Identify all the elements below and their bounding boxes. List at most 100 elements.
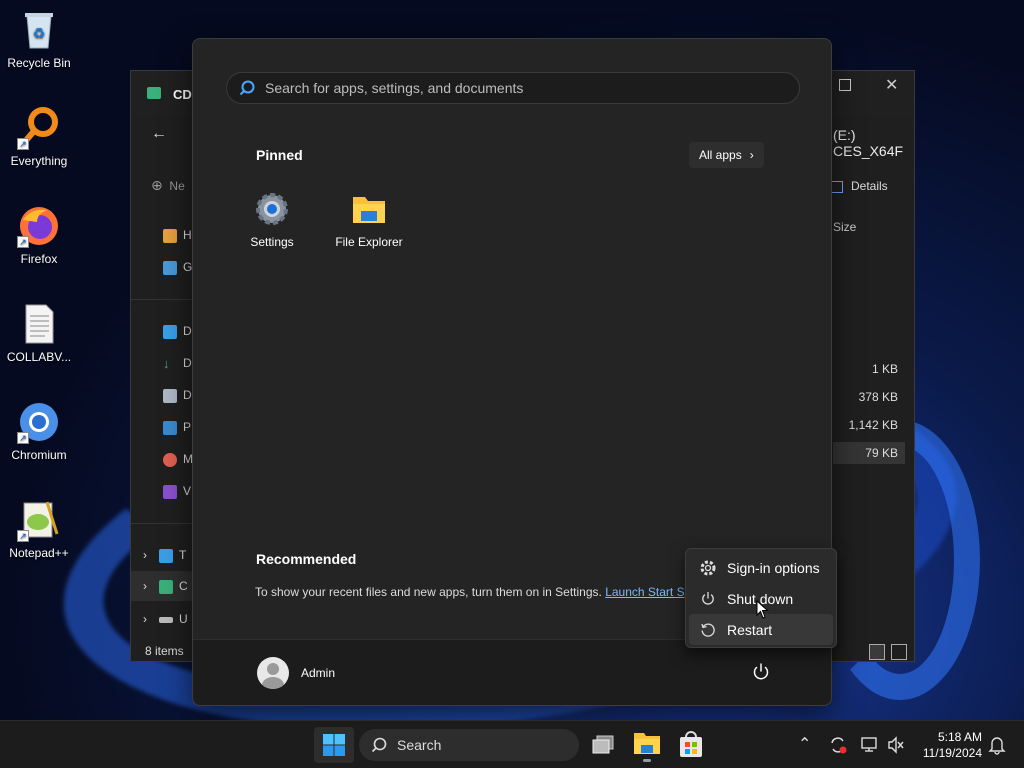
pinned-app-settings[interactable]: Settings bbox=[227, 191, 317, 249]
user-name[interactable]: Admin bbox=[301, 666, 335, 680]
notepadpp-icon: ↗ bbox=[17, 498, 61, 542]
nav-item-videos[interactable]: V bbox=[163, 484, 191, 499]
sign-in-options-item[interactable]: Sign-in options bbox=[689, 552, 833, 583]
shortcut-arrow-icon: ↗ bbox=[17, 432, 29, 444]
maximize-icon[interactable] bbox=[839, 79, 851, 91]
desktop-icon-firefox[interactable]: ↗ Firefox bbox=[4, 204, 74, 266]
restart-icon bbox=[701, 622, 715, 637]
taskbar-store[interactable] bbox=[678, 731, 704, 759]
recommended-message: To show your recent files and new apps, … bbox=[255, 585, 685, 599]
nav-item-documents[interactable]: D bbox=[163, 388, 192, 403]
store-icon bbox=[680, 731, 702, 757]
chevron-up-icon[interactable]: ⌃ bbox=[798, 734, 811, 754]
volume-button[interactable] bbox=[886, 735, 906, 755]
power-menu[interactable]: Sign-in options Shut down Restart bbox=[685, 548, 837, 648]
folder-icon bbox=[634, 733, 660, 754]
shortcut-arrow-icon: ↗ bbox=[17, 138, 29, 150]
chevron-right-icon: › bbox=[143, 579, 147, 593]
music-icon bbox=[163, 452, 177, 467]
search-icon bbox=[239, 80, 255, 96]
volume-muted-icon bbox=[888, 736, 904, 754]
new-button[interactable]: ⊕ Ne bbox=[151, 177, 185, 194]
cd-drive-icon bbox=[159, 579, 173, 594]
sync-alert-icon bbox=[831, 737, 847, 754]
desktop-icon-notepadpp[interactable]: ↗ Notepad++ bbox=[4, 498, 74, 560]
column-header-size[interactable]: Size bbox=[833, 220, 856, 234]
power-icon bbox=[753, 663, 769, 680]
taskbar-search[interactable]: Search bbox=[359, 729, 579, 761]
close-icon[interactable]: ✕ bbox=[885, 75, 898, 95]
nav-item-downloads[interactable]: ↓ D bbox=[163, 356, 192, 371]
nav-divider bbox=[131, 299, 193, 300]
start-button[interactable] bbox=[314, 727, 354, 763]
sync-status-button[interactable] bbox=[828, 735, 848, 755]
chevron-right-icon: › bbox=[749, 148, 754, 162]
chevron-right-icon: › bbox=[143, 548, 147, 562]
user-icon bbox=[267, 663, 279, 675]
clock[interactable]: 5:18 AM 11/19/2024 bbox=[923, 729, 982, 761]
this-pc-icon bbox=[159, 548, 173, 563]
bell-icon bbox=[988, 737, 1006, 755]
nav-item-pictures[interactable]: P bbox=[163, 420, 191, 435]
pinned-app-file-explorer[interactable]: File Explorer bbox=[324, 191, 414, 249]
desktop-icon-recycle-bin[interactable]: ♻ Recycle Bin bbox=[4, 8, 74, 70]
firefox-icon: ↗ bbox=[17, 204, 61, 248]
desktop-icon-everything[interactable]: ↗ Everything bbox=[4, 106, 74, 168]
task-view-button[interactable] bbox=[590, 733, 616, 757]
usb-drive-icon bbox=[159, 616, 173, 623]
nav-item-music[interactable]: M bbox=[163, 452, 193, 467]
clock-date: 11/19/2024 bbox=[922, 746, 982, 760]
launch-start-settings-link[interactable]: Launch Start S bbox=[605, 585, 684, 599]
tree-item-cd-drive[interactable]: › C bbox=[131, 571, 193, 601]
svg-text:♻: ♻ bbox=[33, 25, 46, 41]
start-search-input[interactable]: Search for apps, settings, and documents bbox=[226, 72, 800, 104]
back-arrow-icon[interactable]: ← bbox=[151, 125, 167, 143]
nav-divider bbox=[131, 523, 193, 524]
explorer-tab-title[interactable]: CD bbox=[173, 87, 192, 102]
nav-item-gallery[interactable]: G bbox=[163, 260, 192, 275]
desktop-icon-label: Everything bbox=[10, 154, 68, 168]
details-pane-icon bbox=[831, 180, 843, 193]
desktop-icon-label: Firefox bbox=[20, 252, 58, 266]
pictures-icon bbox=[163, 420, 177, 435]
network-icon bbox=[861, 737, 877, 752]
nav-item-desktop[interactable]: D bbox=[163, 324, 192, 339]
start-footer: Admin bbox=[193, 639, 831, 705]
desktop-icon-chromium[interactable]: ↗ Chromium bbox=[4, 400, 74, 462]
file-size-cell: 79 KB bbox=[865, 446, 898, 460]
tiles-view-icon[interactable] bbox=[891, 644, 907, 660]
network-button[interactable] bbox=[860, 735, 880, 755]
avatar[interactable] bbox=[257, 657, 289, 689]
user-icon-body bbox=[262, 677, 284, 689]
search-placeholder: Search for apps, settings, and documents bbox=[265, 80, 524, 96]
pinned-app-label: File Explorer bbox=[335, 235, 403, 249]
address-bar-path[interactable]: (E:) CES_X64F bbox=[833, 127, 914, 159]
everything-search-icon: ↗ bbox=[17, 106, 61, 150]
power-icon bbox=[702, 591, 714, 605]
details-button[interactable]: Details bbox=[831, 179, 888, 193]
clock-time: 5:18 AM bbox=[937, 730, 982, 744]
taskbar: Search ⌃ 5:18 AM 11/19/2024 bbox=[0, 720, 1024, 768]
gear-icon bbox=[700, 560, 716, 575]
all-apps-button[interactable]: All apps › bbox=[689, 142, 764, 168]
desktop-folder-icon bbox=[163, 324, 177, 339]
desktop-icon-label: Recycle Bin bbox=[7, 56, 71, 70]
status-item-count: 8 items bbox=[145, 644, 184, 658]
nav-item-home[interactable]: H bbox=[163, 228, 192, 243]
file-size-cell: 378 KB bbox=[858, 390, 898, 404]
recommended-title: Recommended bbox=[256, 551, 357, 567]
power-button[interactable] bbox=[749, 660, 773, 684]
desktop-icon-collabv[interactable]: COLLABV... bbox=[4, 302, 74, 364]
videos-icon bbox=[163, 484, 177, 499]
tree-item-usb[interactable]: › U bbox=[143, 612, 188, 626]
task-view-icon bbox=[592, 735, 614, 754]
pinned-title: Pinned bbox=[256, 147, 303, 163]
tree-item-this-pc[interactable]: › T bbox=[143, 548, 186, 563]
running-indicator bbox=[643, 759, 651, 762]
shortcut-arrow-icon: ↗ bbox=[17, 236, 29, 248]
taskbar-file-explorer[interactable] bbox=[632, 729, 662, 762]
details-view-icon[interactable] bbox=[869, 644, 885, 660]
file-size-cell: 1,142 KB bbox=[848, 418, 898, 432]
notifications-button[interactable] bbox=[988, 735, 1006, 755]
documents-icon bbox=[163, 388, 177, 403]
